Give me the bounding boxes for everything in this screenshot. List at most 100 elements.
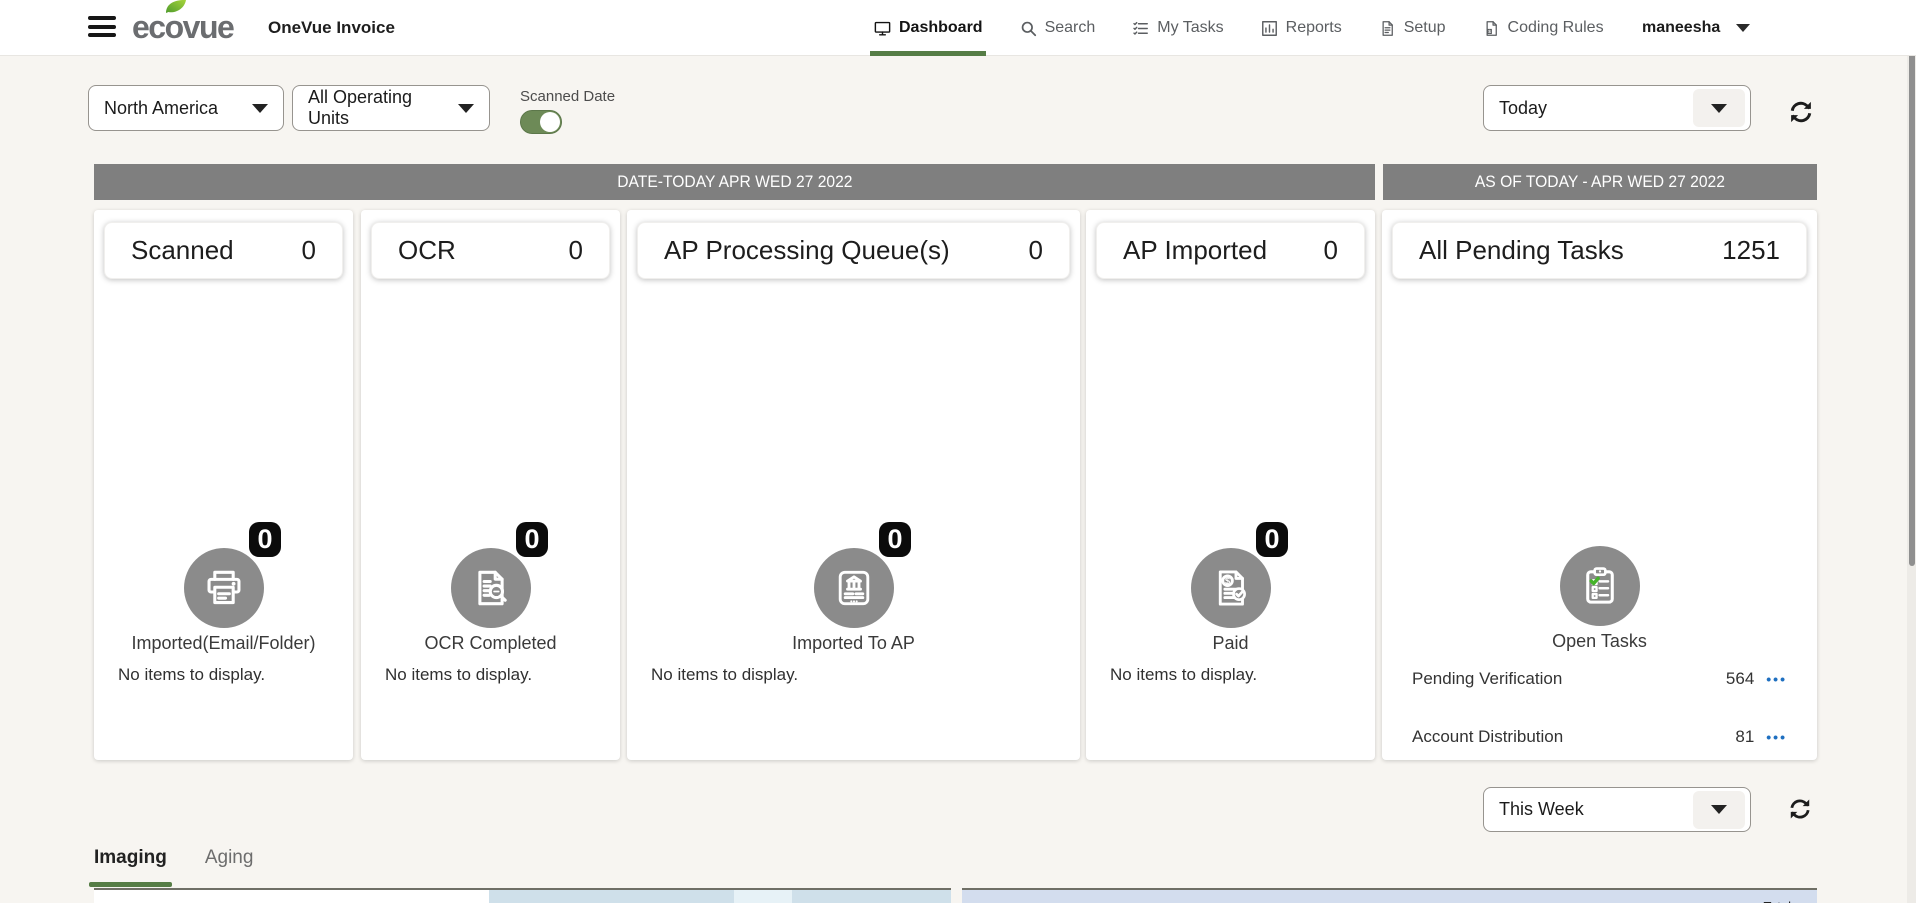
main-nav: Dashboard Search My Tasks Reports Setup …: [873, 0, 1604, 56]
svg-text:$: $: [1488, 29, 1491, 35]
card-title: All Pending Tasks: [1419, 235, 1624, 266]
task-actions-icon[interactable]: •••: [1766, 729, 1787, 745]
user-menu[interactable]: maneesha: [1642, 0, 1750, 56]
empty-message: No items to display.: [1110, 665, 1257, 685]
empty-message: No items to display.: [385, 665, 532, 685]
monitor-icon: [873, 19, 892, 38]
task-value: 81: [1735, 727, 1754, 747]
empty-message: No items to display.: [118, 665, 265, 685]
select-caret-button[interactable]: [1693, 791, 1745, 829]
card-title: Scanned: [131, 235, 234, 266]
paid-invoice-icon: $: [1191, 548, 1271, 628]
chevron-down-icon: [252, 104, 268, 113]
card-icon-area: 0 OCR Completed: [361, 548, 620, 654]
card-icon-area: 0 Imported To AP: [627, 548, 1080, 654]
card-ap-processing-queues: AP Processing Queue(s) 0 0 Imported To A…: [627, 210, 1080, 760]
card-header: AP Imported 0: [1096, 222, 1365, 279]
scanned-date-label: Scanned Date: [520, 88, 615, 105]
top-navbar: ecovue OneVue Invoice Dashboard Search M…: [0, 0, 1916, 56]
card-all-pending-tasks: All Pending Tasks 1251: [1382, 210, 1817, 760]
nav-label: Setup: [1404, 19, 1446, 37]
banner-text: AS OF TODAY - APR WED 27 2022: [1475, 172, 1725, 192]
task-actions-icon[interactable]: •••: [1766, 671, 1787, 687]
chart-area-clipped: [489, 890, 951, 903]
hamburger-menu-icon[interactable]: [88, 16, 116, 40]
card-scanned: Scanned 0 0 Imported(Email/Folder) No it…: [94, 210, 353, 760]
card-count: 0: [569, 235, 583, 266]
nav-label: Reports: [1286, 19, 1342, 37]
nav-search[interactable]: Search: [1019, 0, 1096, 56]
card-count: 0: [1324, 235, 1338, 266]
scanned-date-toggle[interactable]: [520, 110, 562, 134]
task-name: Pending Verification: [1412, 669, 1726, 689]
app-title: OneVue Invoice: [268, 18, 395, 38]
card-icon-label: OCR Completed: [424, 633, 556, 654]
refresh-button[interactable]: [1786, 795, 1816, 825]
leaf-icon: [164, 0, 188, 16]
card-icon-label: Open Tasks: [1552, 631, 1647, 652]
region-select-value: North America: [104, 98, 218, 119]
date-banner-right: AS OF TODAY - APR WED 27 2022: [1383, 164, 1817, 200]
document-icon: [1378, 19, 1397, 38]
card-icon-area: 0 Imported(Email/Folder): [94, 548, 353, 654]
imaging-panel-right-clipped: Total: [962, 888, 1817, 903]
card-icon-area: Open Tasks: [1382, 546, 1817, 652]
operating-units-select[interactable]: All Operating Units: [292, 85, 490, 131]
invoice-rules-icon: $: [1482, 19, 1501, 38]
card-count: 0: [1029, 235, 1043, 266]
card-header: AP Processing Queue(s) 0: [637, 222, 1070, 279]
card-header: All Pending Tasks 1251: [1392, 222, 1807, 279]
nav-label: Dashboard: [899, 19, 983, 37]
card-header: Scanned 0: [104, 222, 343, 279]
empty-message: No items to display.: [651, 665, 798, 685]
bank-document-icon: [814, 548, 894, 628]
logo-text: vue: [183, 9, 234, 45]
nav-label: My Tasks: [1157, 19, 1223, 37]
refresh-button[interactable]: [1786, 97, 1816, 127]
count-badge: 0: [879, 522, 910, 557]
nav-setup[interactable]: Setup: [1378, 0, 1446, 56]
week-range-select[interactable]: This Week: [1483, 787, 1751, 832]
tab-label: Imaging: [94, 847, 167, 868]
card-icon-label: Paid: [1212, 633, 1248, 654]
user-name: maneesha: [1642, 19, 1720, 37]
select-caret-button[interactable]: [1693, 89, 1745, 127]
bar-chart-icon: [1260, 19, 1279, 38]
search-icon: [1019, 19, 1038, 38]
card-ocr: OCR 0 0 OCR Completed No items to displa…: [361, 210, 620, 760]
nav-dashboard[interactable]: Dashboard: [873, 0, 983, 56]
onevue-dashboard: ecovue OneVue Invoice Dashboard Search M…: [0, 0, 1916, 903]
toggle-knob: [540, 112, 560, 132]
checklist-icon: [1131, 19, 1150, 38]
card-icon-label: Imported To AP: [792, 633, 915, 654]
date-range-select[interactable]: Today: [1483, 85, 1751, 131]
nav-label: Coding Rules: [1508, 19, 1604, 37]
logo-text: ec: [132, 9, 165, 45]
clipped-total-label: Total: [1764, 899, 1791, 903]
tab-aging[interactable]: Aging: [205, 847, 254, 887]
refresh-icon: [1786, 795, 1814, 823]
nav-reports[interactable]: Reports: [1260, 0, 1342, 56]
refresh-icon: [1786, 97, 1816, 127]
task-row-pending-verification: Pending Verification 564 •••: [1382, 650, 1817, 708]
card-title: AP Imported: [1123, 235, 1267, 266]
nav-my-tasks[interactable]: My Tasks: [1131, 0, 1223, 56]
ecovue-logo: ecovue: [132, 9, 233, 46]
count-badge: 0: [1256, 522, 1287, 557]
date-range-value: Today: [1499, 98, 1547, 119]
tab-imaging[interactable]: Imaging: [94, 847, 167, 887]
card-count: 1251: [1722, 235, 1780, 266]
banner-text: DATE-TODAY APR WED 27 2022: [617, 172, 852, 192]
nav-coding-rules[interactable]: $ Coding Rules: [1482, 0, 1604, 56]
chevron-down-icon: [1736, 24, 1750, 32]
printer-icon: [184, 548, 264, 628]
bottom-tabs: Imaging Aging: [94, 847, 253, 887]
tab-label: Aging: [205, 847, 254, 868]
chevron-down-icon: [1711, 805, 1727, 814]
chevron-down-icon: [1711, 104, 1727, 113]
date-banner-left: DATE-TODAY APR WED 27 2022: [94, 164, 1375, 200]
open-tasks-clipboard-icon: [1560, 546, 1640, 626]
svg-text:$: $: [1224, 576, 1229, 586]
region-select[interactable]: North America: [88, 85, 284, 131]
scrollbar-thumb[interactable]: [1909, 6, 1915, 566]
